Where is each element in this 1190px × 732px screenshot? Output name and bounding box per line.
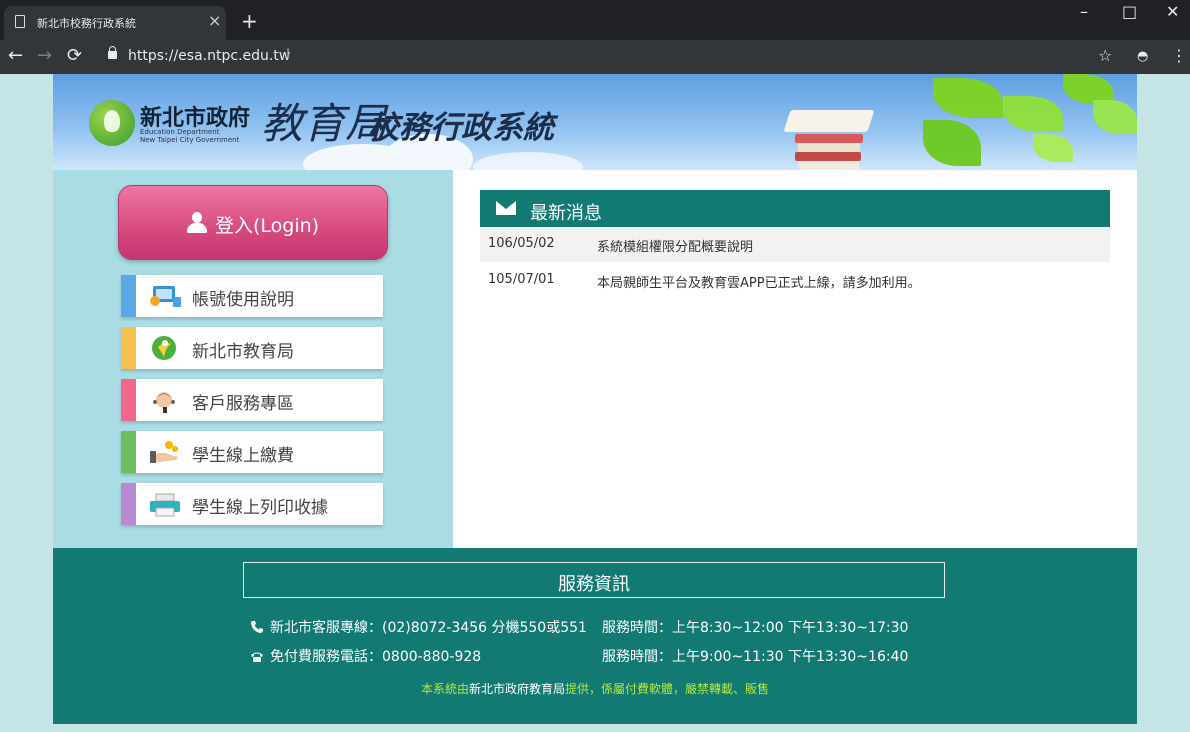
cloud-decoration [473, 152, 583, 170]
bookmark-star-icon[interactable]: ☆ [1098, 46, 1112, 65]
news-text[interactable]: 系統模組權限分配概要說明 [597, 236, 753, 255]
printer-icon [150, 493, 180, 517]
phone-icon [250, 620, 264, 634]
tab-close-icon[interactable]: × [208, 11, 221, 30]
menu-dots-icon[interactable]: ⋮ [1171, 46, 1187, 65]
tollfree-hours: 服務時間：上午9:00~11:30 下午13:30~16:40 [602, 649, 909, 665]
tollfree-info: 免付費服務電話：0800-880-928 [250, 646, 481, 666]
incognito-icon[interactable]: ◓ [1137, 49, 1148, 64]
news-panel: 最新消息 106/05/02 系統模組權限分配概要說明 105/07/01 本局… [453, 170, 1137, 548]
login-button[interactable]: 登入(Login) [118, 185, 388, 260]
browser-tab[interactable]: 新北市校務行政系統 × [4, 6, 226, 40]
education-bureau-logo-icon [152, 336, 176, 360]
envelope-icon [496, 201, 516, 215]
item-color-bar [121, 483, 136, 525]
close-window-button[interactable]: ✕ [1166, 2, 1179, 21]
org-name-en: Education Department New Taipei City Gov… [140, 128, 240, 144]
news-date: 106/05/02 [488, 236, 555, 251]
login-label: 登入(Login) [215, 215, 320, 237]
back-arrow-icon[interactable]: ← [8, 45, 23, 66]
sidebar-item-label: 新北市教育局 [192, 342, 294, 362]
customer-service-icon [153, 392, 175, 413]
item-color-bar [121, 431, 136, 473]
user-icon [187, 212, 207, 234]
sidebar-item-customer-service[interactable]: 客戶服務專區 [121, 379, 383, 421]
sidebar-item-label: 帳號使用說明 [192, 290, 294, 310]
system-title: 校務行政系統 [368, 110, 554, 146]
lock-icon [108, 46, 117, 59]
tab-title: 新北市校務行政系統 [37, 17, 136, 30]
header-banner: 新北市政府 Education Department New Taipei Ci… [53, 74, 1137, 170]
sidebar-item-education-bureau[interactable]: 新北市教育局 [121, 327, 383, 369]
tab-strip: 新北市校務行政系統 × + – □ ✕ [0, 0, 1190, 40]
account-help-icon [150, 286, 181, 307]
service-info-title: 服務資訊 [558, 574, 630, 595]
payment-icon [150, 441, 178, 463]
browser-toolbar: ← → ⟳ https://esa.ntpc.edu.tw I ☆ ◓ ⋮ [0, 40, 1190, 74]
reload-icon[interactable]: ⟳ [67, 45, 82, 66]
sidebar-item-label: 客戶服務專區 [192, 394, 294, 414]
government-logo-icon [89, 100, 135, 146]
sidebar-item-label: 學生線上繳費 [192, 446, 294, 466]
text-cursor-icon: I [286, 47, 291, 63]
telephone-icon [250, 649, 264, 663]
news-item[interactable]: 106/05/02 系統模組權限分配概要說明 [480, 227, 1110, 262]
sidebar-item-label: 學生線上列印收據 [192, 498, 328, 518]
page-container: 新北市政府 Education Department New Taipei Ci… [53, 74, 1137, 724]
news-text[interactable]: 本局親師生平台及教育雲APP已正式上線，請多加利用。 [597, 272, 921, 291]
service-info-box: 服務資訊 [243, 562, 945, 598]
item-color-bar [121, 327, 136, 369]
footer: 服務資訊 新北市客服專線：(02)8072-3456 分機550或551 服務時… [53, 548, 1137, 724]
minimize-button[interactable]: – [1080, 2, 1088, 21]
forward-arrow-icon[interactable]: → [37, 45, 52, 66]
sidebar-item-account-help[interactable]: 帳號使用說明 [121, 275, 383, 317]
copyright-notice: 本系統由新北市政府教育局提供，係屬付費軟體，嚴禁轉載、販售 [420, 682, 770, 696]
sidebar: 登入(Login) 帳號使用說明 新北市教育局 客戶服務專區 學生線上繳費 學生… [53, 170, 453, 548]
news-header: 最新消息 [480, 190, 1110, 227]
hotline-info: 新北市客服專線：(02)8072-3456 分機550或551 [250, 617, 587, 637]
hotline-text: 新北市客服專線：(02)8072-3456 分機550或551 [270, 620, 587, 636]
news-item[interactable]: 105/07/01 本局親師生平台及教育雲APP已正式上線，請多加利用。 [480, 263, 1110, 298]
page-icon [15, 15, 25, 28]
item-color-bar [121, 379, 136, 421]
sidebar-item-online-payment[interactable]: 學生線上繳費 [121, 431, 383, 473]
sidebar-item-print-receipt[interactable]: 學生線上列印收據 [121, 483, 383, 525]
tollfree-text: 免付費服務電話：0800-880-928 [270, 649, 482, 665]
hotline-hours: 服務時間：上午8:30~12:00 下午13:30~17:30 [602, 620, 909, 636]
item-color-bar [121, 275, 136, 317]
new-tab-button[interactable]: + [241, 9, 258, 33]
address-bar[interactable]: https://esa.ntpc.edu.tw [128, 48, 290, 64]
browser-chrome: 新北市校務行政系統 × + – □ ✕ ← → ⟳ https://esa.nt… [0, 0, 1190, 74]
news-date: 105/07/01 [488, 272, 555, 287]
maximize-button[interactable]: □ [1122, 2, 1137, 21]
news-title: 最新消息 [530, 203, 602, 224]
